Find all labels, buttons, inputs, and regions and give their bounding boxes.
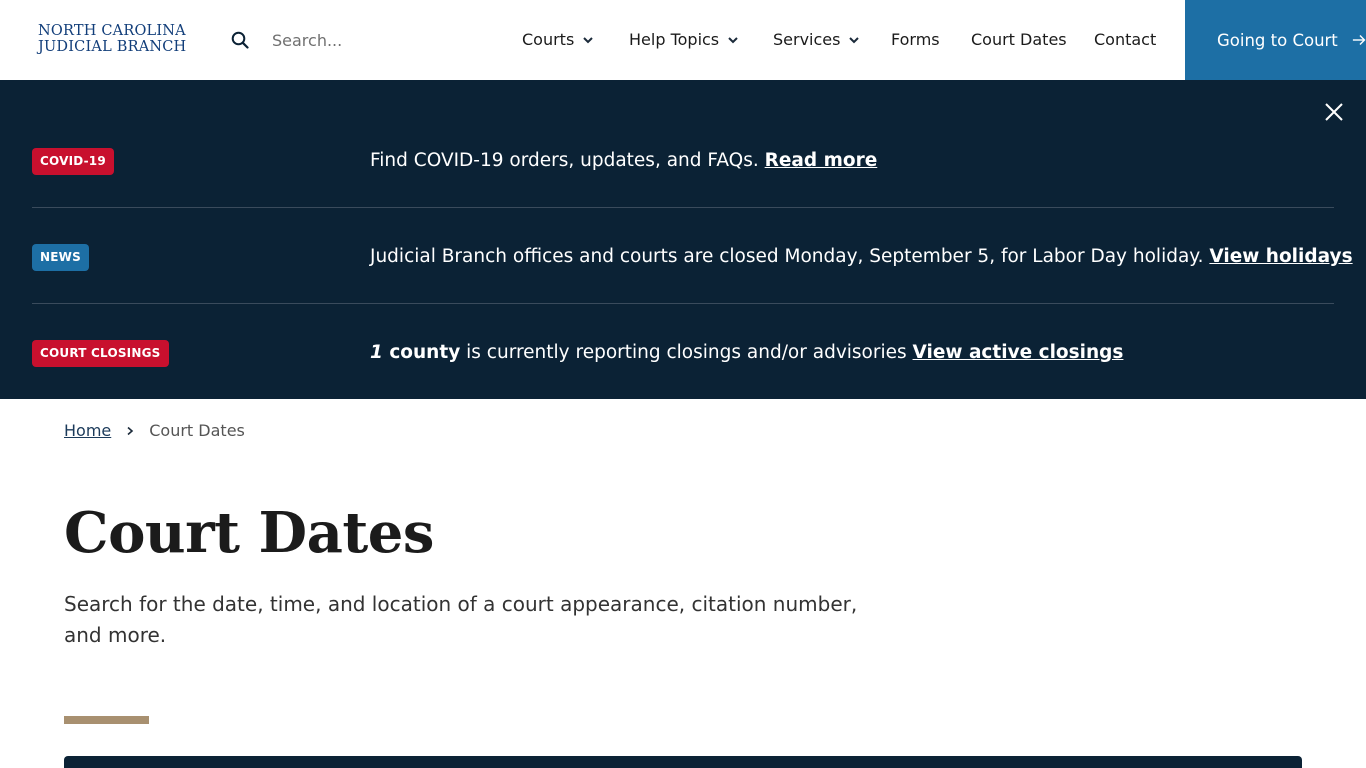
alert-news: NEWS Judicial Branch offices and courts … bbox=[32, 208, 1353, 304]
nav-courts-label: Courts bbox=[522, 30, 575, 49]
nav-services-label: Services bbox=[773, 30, 841, 49]
nav-courts[interactable]: Courts bbox=[522, 30, 594, 49]
going-to-court-label: Going to Court bbox=[1217, 30, 1338, 50]
search-input[interactable] bbox=[262, 24, 452, 56]
covid-alert-message: Find COVID-19 orders, updates, and FAQs. bbox=[370, 150, 759, 171]
court-closings-badge: COURT CLOSINGS bbox=[32, 340, 169, 367]
news-alert-message: Judicial Branch offices and courts are c… bbox=[370, 246, 1204, 267]
nav-help-topics-label: Help Topics bbox=[629, 30, 720, 49]
view-active-closings-link[interactable]: View active closings bbox=[913, 342, 1124, 363]
logo-line-1: NORTH CAROLINA bbox=[38, 23, 186, 39]
page-title: Court Dates bbox=[64, 500, 434, 566]
closings-count-unit: county bbox=[389, 342, 461, 363]
logo-line-2: JUDICIAL BRANCH bbox=[38, 39, 187, 55]
alerts-panel: COVID-19 Find COVID-19 orders, updates, … bbox=[0, 80, 1366, 399]
chevron-down-icon bbox=[583, 36, 594, 43]
breadcrumb-home-link[interactable]: Home bbox=[64, 421, 111, 440]
nav-services[interactable]: Services bbox=[773, 30, 860, 49]
view-holidays-link[interactable]: View holidays bbox=[1209, 246, 1352, 267]
closings-count: 1 bbox=[370, 342, 383, 363]
nav-forms-label: Forms bbox=[891, 30, 940, 49]
breadcrumb-current: Court Dates bbox=[149, 421, 245, 440]
accent-divider bbox=[64, 716, 149, 724]
nav-forms[interactable]: Forms bbox=[891, 30, 940, 49]
search-icon[interactable] bbox=[231, 31, 249, 49]
search-panel bbox=[64, 756, 1302, 768]
alert-text: 1 county is currently reporting closings… bbox=[370, 339, 1123, 367]
chevron-right-icon bbox=[127, 426, 134, 435]
chevron-down-icon bbox=[728, 36, 738, 43]
nav-court-dates-label: Court Dates bbox=[971, 30, 1067, 49]
nav-help-topics[interactable]: Help Topics bbox=[629, 30, 739, 49]
nav-contact[interactable]: Contact bbox=[1094, 30, 1156, 49]
read-more-link[interactable]: Read more bbox=[765, 150, 878, 171]
alert-text: Find COVID-19 orders, updates, and FAQs.… bbox=[370, 147, 877, 175]
chevron-down-icon bbox=[849, 36, 860, 43]
arrow-right-icon bbox=[1352, 35, 1366, 45]
nav-court-dates[interactable]: Court Dates bbox=[971, 30, 1067, 49]
alert-court-closings: COURT CLOSINGS 1 county is currently rep… bbox=[32, 304, 1334, 400]
news-badge: NEWS bbox=[32, 244, 89, 271]
covid-badge: COVID-19 bbox=[32, 148, 114, 175]
page-description: Search for the date, time, and location … bbox=[64, 592, 858, 647]
site-header: NORTH CAROLINA JUDICIAL BRANCH Courts He… bbox=[0, 0, 1366, 80]
going-to-court-button[interactable]: Going to Court bbox=[1185, 0, 1366, 80]
breadcrumb: Home Court Dates bbox=[64, 421, 245, 440]
closings-alert-message: is currently reporting closings and/or a… bbox=[466, 342, 907, 363]
alert-text: Judicial Branch offices and courts are c… bbox=[370, 243, 1353, 271]
nav-contact-label: Contact bbox=[1094, 30, 1157, 49]
alert-covid: COVID-19 Find COVID-19 orders, updates, … bbox=[32, 112, 1334, 208]
site-logo[interactable]: NORTH CAROLINA JUDICIAL BRANCH bbox=[38, 23, 188, 55]
